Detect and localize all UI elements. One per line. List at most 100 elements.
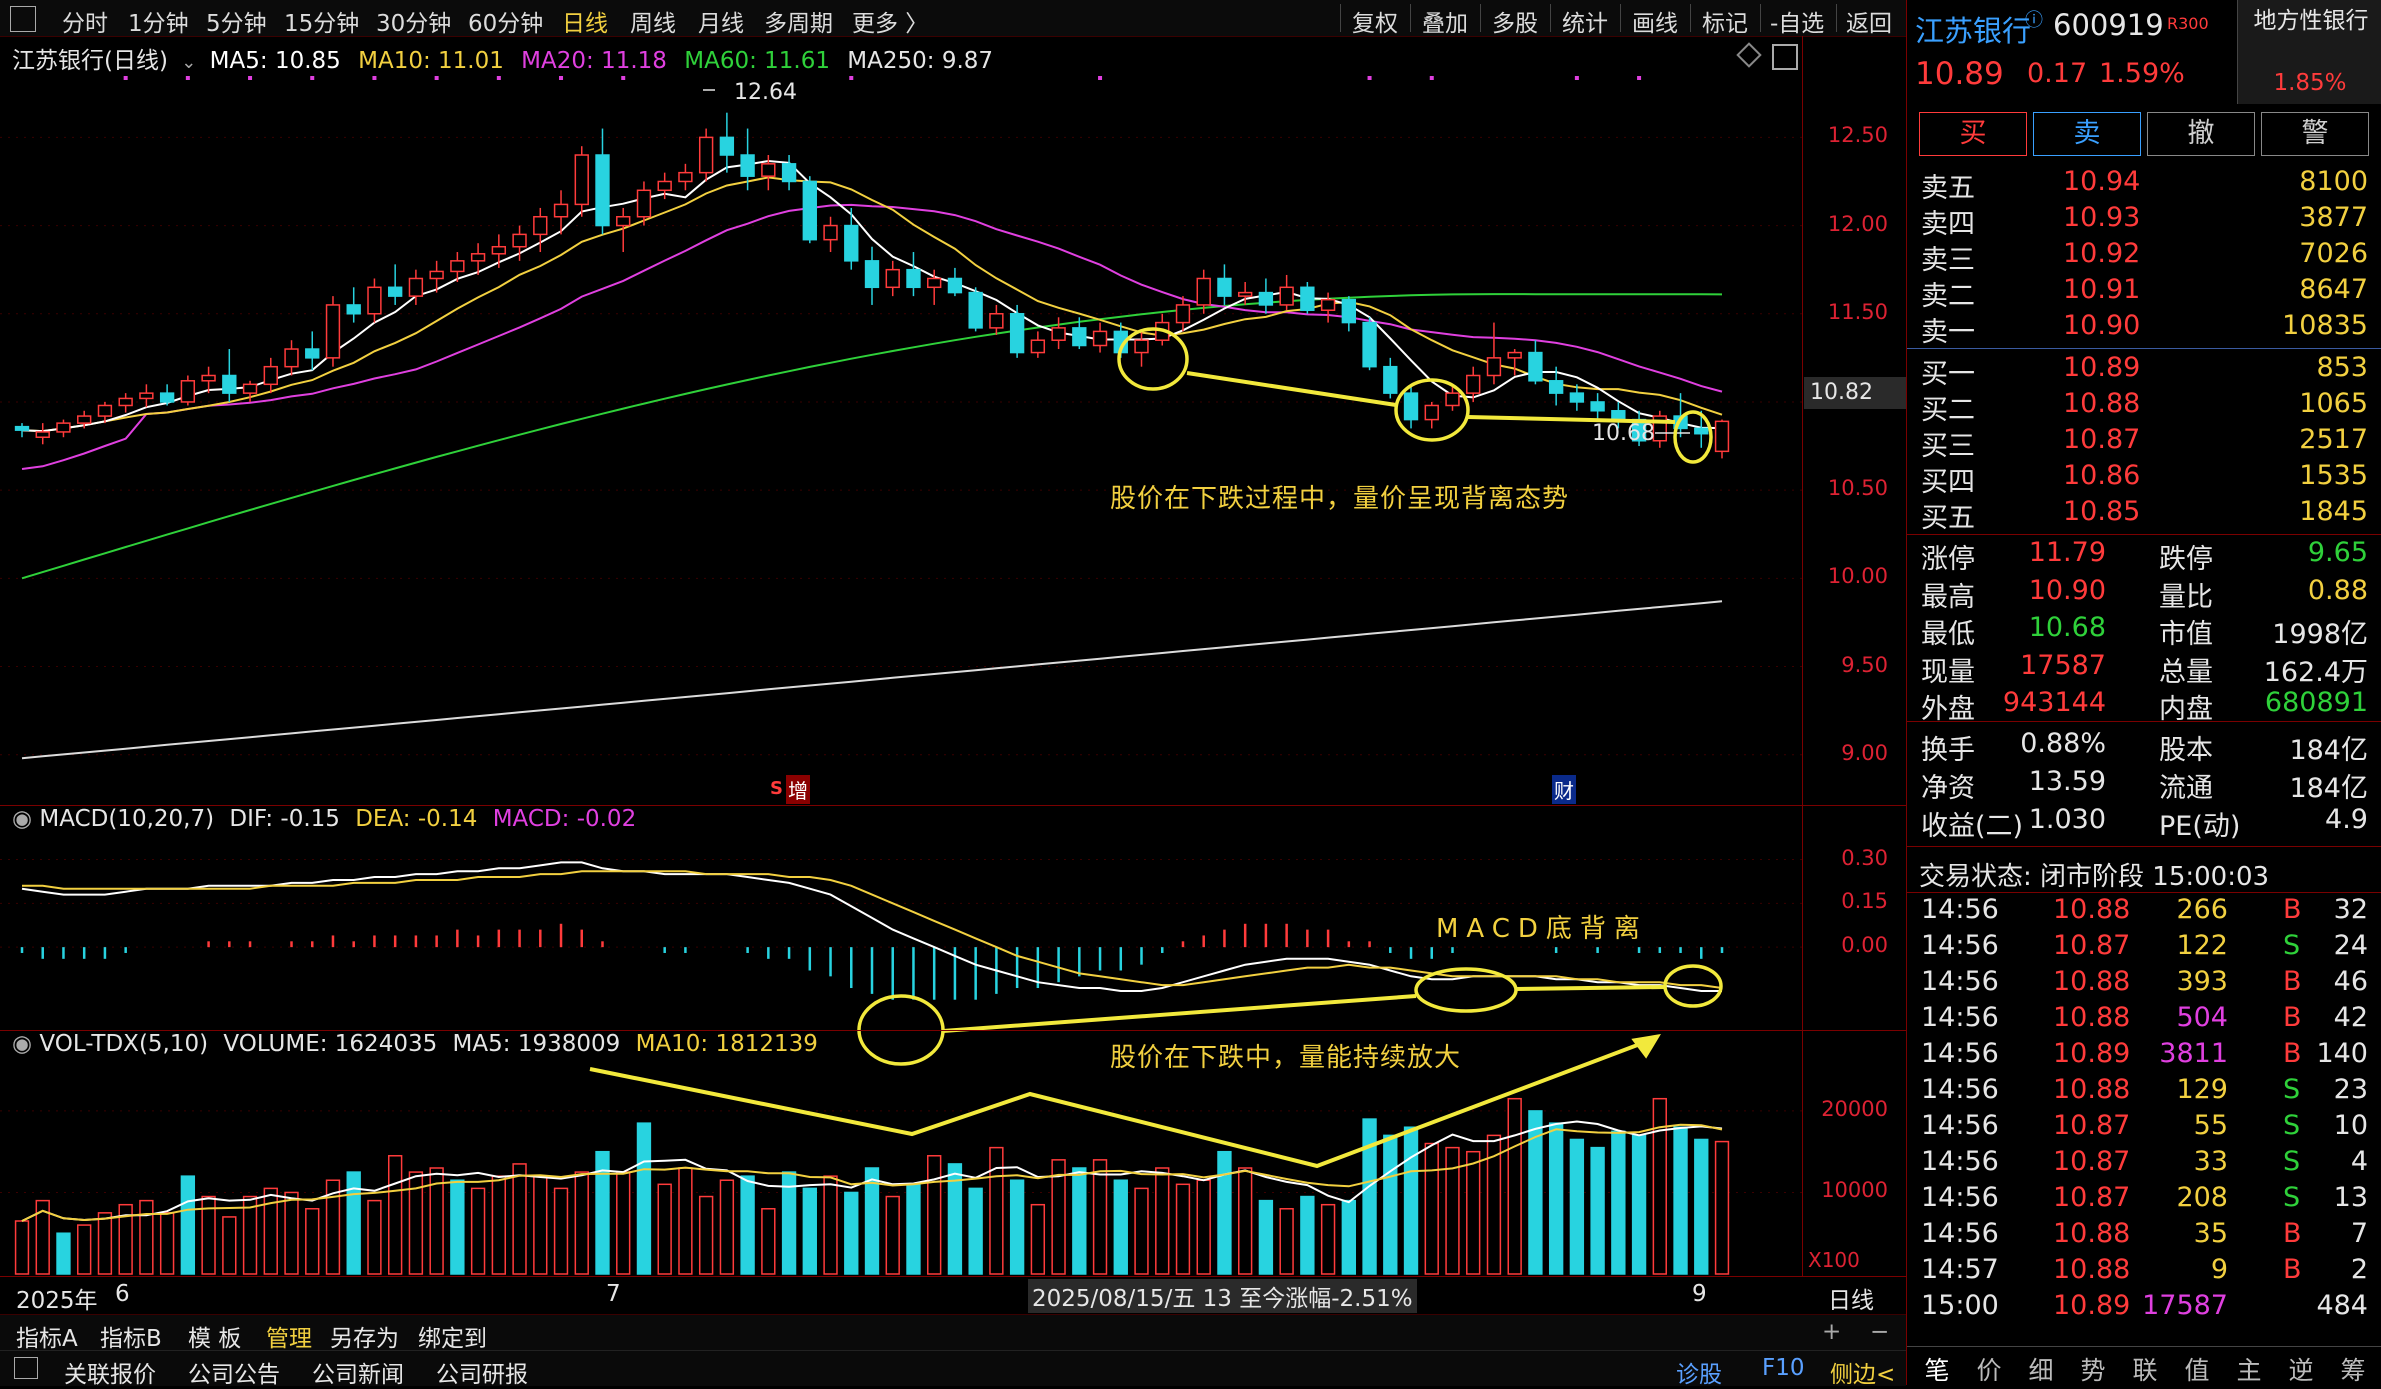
tick-row[interactable]: 14:56 10.87 55 S 10 (1921, 1110, 2368, 1146)
kline-chart[interactable] (0, 36, 1906, 1314)
tick-row[interactable]: 14:56 10.88 35 B 7 (1921, 1218, 2368, 1254)
zoom-out-button[interactable]: − (1870, 1319, 1889, 1345)
stats-row[interactable]: 外盘 943144 内盘 680891 (1921, 687, 2368, 725)
ask-row[interactable]: 卖一 10.90 10835 (1921, 310, 2368, 348)
zoom-in-button[interactable]: + (1822, 1319, 1841, 1345)
back-button[interactable]: 返回 (1846, 4, 1892, 38)
ma250-line (21, 600, 1723, 760)
stat-label: 净资 (1921, 773, 1975, 804)
quote-tab[interactable]: 筹 (2331, 1351, 2375, 1387)
tab-monthly[interactable]: 月线 (698, 4, 744, 38)
panel-toggle-icon[interactable] (10, 6, 36, 32)
buy-button[interactable]: 买 (1919, 112, 2027, 156)
stock-name[interactable]: 江苏银行 (1915, 8, 2031, 50)
stats-row[interactable]: 最高 10.90 量比 0.88 (1921, 575, 2368, 613)
company-research-tab[interactable]: 公司研报 (436, 1355, 528, 1389)
ask-row[interactable]: 卖三 10.92 7026 (1921, 238, 2368, 276)
tab-5min[interactable]: 5分钟 (206, 4, 267, 38)
tick-row[interactable]: 15:00 10.89 17587 484 (1921, 1290, 2368, 1326)
layout-toggle-icon[interactable] (1772, 44, 1798, 70)
stats-row[interactable]: 收益(二) 1.030 PE(动) 4.9 (1921, 804, 2368, 842)
volume-bar (305, 1208, 320, 1275)
alert-button[interactable]: 警 (2261, 112, 2369, 156)
f10-button[interactable]: F10 (1762, 1355, 1805, 1381)
indicator-b-tab[interactable]: 指标B (100, 1319, 162, 1353)
bid-row[interactable]: 买四 10.86 1535 (1921, 460, 2368, 498)
sidebar-toggle-button[interactable]: 侧边< (1830, 1355, 1895, 1389)
cancel-order-button[interactable]: 撤 (2147, 112, 2255, 156)
quote-tab[interactable]: 细 (2019, 1351, 2063, 1387)
template-tab[interactable]: 模 板 (188, 1319, 241, 1353)
ask-row[interactable]: 卖二 10.91 8647 (1921, 274, 2368, 312)
stats-row[interactable]: 换手 0.88% 股本 184亿 (1921, 728, 2368, 766)
quote-tab[interactable]: 笔 (1915, 1351, 1959, 1387)
ask-row[interactable]: 卖四 10.93 3877 (1921, 202, 2368, 240)
signal-dot (559, 76, 564, 80)
candle-body (1569, 392, 1585, 403)
stats-row[interactable]: 现量 17587 总量 162.4万 (1921, 650, 2368, 688)
tick-row[interactable]: 14:56 10.87 33 S 4 (1921, 1146, 2368, 1182)
save-as-tab[interactable]: 另存为 (330, 1319, 399, 1353)
tab-fenshi[interactable]: 分时 (62, 4, 108, 38)
sell-button[interactable]: 卖 (2033, 112, 2141, 156)
company-news-tab[interactable]: 公司新闻 (312, 1355, 404, 1389)
tab-daily[interactable]: 日线 (562, 4, 608, 38)
statistics-button[interactable]: 统计 (1562, 4, 1608, 38)
multi-stock-button[interactable]: 多股 (1492, 4, 1538, 38)
stats-row[interactable]: 净资 13.59 流通 184亿 (1921, 766, 2368, 804)
macd-collapse-icon[interactable]: ◉ (12, 806, 32, 832)
tick-row[interactable]: 14:56 10.87 208 S 13 (1921, 1182, 2368, 1218)
bid-row[interactable]: 买一 10.89 853 (1921, 352, 2368, 390)
stats-row[interactable]: 最低 10.68 市值 1998亿 (1921, 612, 2368, 650)
tab-60min[interactable]: 60分钟 (468, 4, 543, 38)
tick-row[interactable]: 14:56 10.88 504 B 42 (1921, 1002, 2368, 1038)
tick-row[interactable]: 14:56 10.88 393 B 46 (1921, 966, 2368, 1002)
marker-zeng[interactable]: 增 (786, 775, 810, 804)
tick-row[interactable]: 14:56 10.87 122 S 24 (1921, 930, 2368, 966)
bid-row[interactable]: 买五 10.85 1845 (1921, 496, 2368, 534)
tick-row[interactable]: 14:57 10.88 9 B 2 (1921, 1254, 2368, 1290)
legend-toggle-icon[interactable]: ⌄ (181, 52, 196, 73)
stats-row[interactable]: 涨停 11.79 跌停 9.65 (1921, 537, 2368, 575)
mark-button[interactable]: 标记 (1702, 4, 1748, 38)
tab-1min[interactable]: 1分钟 (128, 4, 189, 38)
company-announcement-tab[interactable]: 公司公告 (188, 1355, 280, 1389)
tab-more[interactable]: 更多 〉 (852, 4, 928, 38)
panel-icon[interactable] (14, 1357, 38, 1379)
tick-row[interactable]: 14:56 10.88 129 S 23 (1921, 1074, 2368, 1110)
marker-cai[interactable]: 财 (1552, 775, 1576, 804)
ask-row[interactable]: 卖五 10.94 8100 (1921, 166, 2368, 204)
volume-bar (284, 1191, 299, 1275)
signal-dot (1429, 76, 1434, 80)
quote-tab[interactable]: 联 (2123, 1351, 2167, 1387)
quote-tab[interactable]: 逆 (2279, 1351, 2323, 1387)
indicator-a-tab[interactable]: 指标A (16, 1319, 78, 1353)
tick-side: B (2283, 1218, 2302, 1249)
related-quotes-tab[interactable]: 关联报价 (64, 1355, 156, 1389)
candle-body (242, 383, 258, 394)
remove-watchlist-button[interactable]: -自选 (1770, 4, 1824, 38)
marker-s[interactable]: S (770, 778, 783, 799)
tab-15min[interactable]: 15分钟 (284, 4, 359, 38)
fuquan-button[interactable]: 复权 (1352, 4, 1398, 38)
diagnose-button[interactable]: 诊股 (1676, 1355, 1722, 1389)
sector-box[interactable]: 地方性银行 1.85% (2237, 0, 2381, 104)
bid-row[interactable]: 买二 10.88 1065 (1921, 388, 2368, 426)
tab-weekly[interactable]: 周线 (630, 4, 676, 38)
volume-collapse-icon[interactable]: ◉ (12, 1031, 32, 1057)
info-icon[interactable]: ⓘ (2025, 6, 2043, 32)
tick-row[interactable]: 14:56 10.89 3811 B 140 (1921, 1038, 2368, 1074)
quote-tab[interactable]: 主 (2227, 1351, 2271, 1387)
bind-to-tab[interactable]: 绑定到 (418, 1319, 487, 1353)
quote-tab[interactable]: 势 (2071, 1351, 2115, 1387)
tab-multi-period[interactable]: 多周期 (764, 4, 833, 38)
overlay-button[interactable]: 叠加 (1422, 4, 1468, 38)
draw-line-button[interactable]: 画线 (1632, 4, 1678, 38)
tick-volume: 504 (2176, 1002, 2228, 1033)
manage-tab[interactable]: 管理 (266, 1319, 312, 1353)
bid-row[interactable]: 买三 10.87 2517 (1921, 424, 2368, 462)
quote-tab[interactable]: 值 (2175, 1351, 2219, 1387)
quote-tab[interactable]: 价 (1967, 1351, 2011, 1387)
tab-30min[interactable]: 30分钟 (376, 4, 451, 38)
tick-row[interactable]: 14:56 10.88 266 B 32 (1921, 894, 2368, 930)
